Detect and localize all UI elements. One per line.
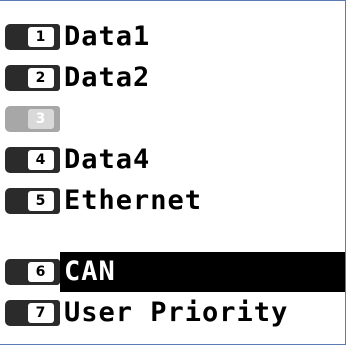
menu-item-label: Data4	[64, 144, 151, 175]
menu-item-3: 3	[0, 99, 345, 139]
menu-item-label: CAN	[64, 256, 116, 287]
number-key-5-icon: 5	[5, 188, 60, 214]
menu-item-5[interactable]: 5 Ethernet	[0, 181, 345, 221]
menu-item-6-selected[interactable]: CAN	[60, 252, 345, 292]
number-key-4-icon: 4	[5, 147, 60, 173]
menu-item-6-key[interactable]: 6	[5, 252, 64, 292]
number-key-6-icon: 6	[5, 259, 60, 285]
number-key-1-icon: 1	[5, 24, 60, 50]
number-key-2-icon: 2	[5, 65, 60, 91]
menu-item-7[interactable]: 7 User Priority	[0, 293, 345, 333]
menu-item-4[interactable]: 4 Data4	[0, 140, 345, 180]
menu-item-label: Data2	[64, 62, 151, 93]
number-key-3-icon: 3	[5, 106, 60, 132]
menu-list: 1 Data1 2 Data2 3 4 Data4 5 Ethernet 6 C…	[0, 0, 346, 345]
number-key-7-icon: 7	[5, 300, 60, 326]
menu-item-2[interactable]: 2 Data2	[0, 58, 345, 98]
menu-item-label: Ethernet	[64, 185, 203, 216]
menu-item-label: Data1	[64, 21, 151, 52]
menu-item-label: User Priority	[64, 297, 289, 328]
menu-item-1[interactable]: 1 Data1	[0, 17, 345, 57]
